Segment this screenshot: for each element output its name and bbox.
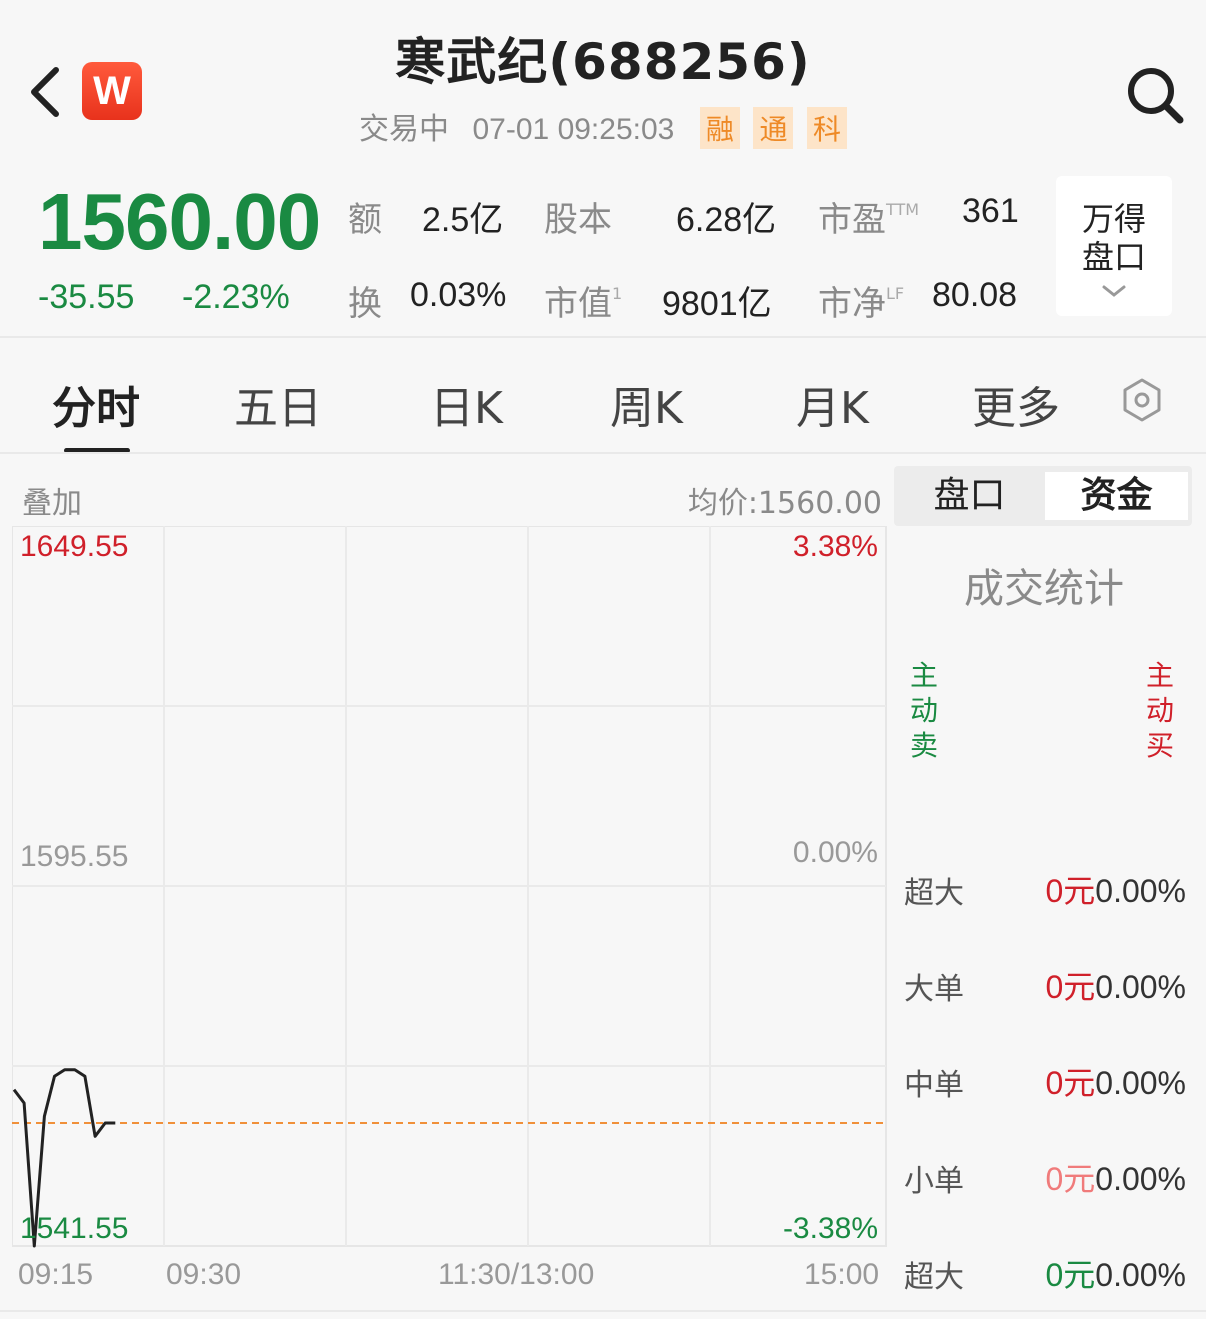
- tab-more[interactable]: 更多: [972, 372, 1060, 436]
- stock-title: 寒武纪(688256): [395, 33, 811, 91]
- current-price: 1560.00: [38, 177, 321, 266]
- trade-stats-title: 成交统计: [964, 566, 1124, 612]
- tab-daily-k[interactable]: 日K: [430, 372, 503, 436]
- active-sell-label: 主动卖: [909, 659, 938, 762]
- tab-five-day[interactable]: 五日: [234, 372, 322, 436]
- row-value-xlarge: 0元0.00%: [1045, 873, 1186, 909]
- overlay-button[interactable]: 叠加: [22, 478, 82, 522]
- app-logo[interactable]: W: [82, 62, 142, 120]
- chevron-down-icon: [1102, 285, 1126, 297]
- stat-label-turnover-rate: 换: [348, 284, 382, 324]
- stat-value-shares: 6.28亿: [676, 201, 777, 239]
- trading-status: 交易中 07-01 09:25:03 融 通 科: [300, 104, 906, 149]
- row-label-xlarge-sell: 超大: [904, 1260, 964, 1295]
- divider: [0, 452, 1206, 454]
- y-axis-high: 1649.55: [20, 530, 129, 563]
- row-label-medium: 中单: [904, 1068, 964, 1103]
- status-datetime: 07-01 09:25:03: [472, 113, 675, 146]
- badge-margin: 融: [699, 107, 740, 149]
- row-label-small: 小单: [904, 1164, 964, 1199]
- back-arrow-icon[interactable]: [24, 62, 68, 122]
- time-label-open: 09:15: [18, 1258, 94, 1291]
- row-value-large: 0元0.00%: [1045, 969, 1186, 1005]
- stat-value-market-cap: 9801亿: [662, 285, 772, 323]
- y-axis-low: 1541.55: [20, 1212, 129, 1245]
- status-text: 交易中: [358, 112, 449, 147]
- price-change-pct: -2.23%: [182, 278, 290, 316]
- pct-axis-mid: 0.00%: [792, 836, 878, 869]
- row-label-xlarge: 超大: [904, 876, 964, 911]
- time-label-midday: 11:30/13:00: [438, 1258, 595, 1291]
- stat-value-turnover: 2.5亿: [422, 201, 504, 239]
- wind-orderbook-button[interactable]: 万得 盘口: [1056, 176, 1172, 316]
- tab-intraday[interactable]: 分时: [52, 372, 140, 436]
- tab-orderbook[interactable]: 盘口: [898, 472, 1041, 520]
- stat-label-pb: 市净LF: [818, 284, 905, 324]
- app-header: W 寒武纪(688256) 交易中 07-01 09:25:03 融 通 科: [0, 0, 1206, 160]
- y-axis-mid: 1595.55: [20, 840, 129, 873]
- pct-axis-high: 3.38%: [792, 530, 878, 563]
- time-label-0930: 09:30: [166, 1258, 242, 1291]
- wind-button-line1: 万得: [1081, 200, 1146, 238]
- badge-star-market: 科: [807, 107, 848, 149]
- time-label-close: 15:00: [804, 1258, 880, 1291]
- panel-tab-switch: 盘口 资金: [894, 466, 1192, 526]
- chart-grid: [12, 526, 887, 1247]
- stat-value-turnover-rate: 0.03%: [410, 276, 507, 314]
- intraday-chart[interactable]: [12, 526, 892, 1248]
- badge-connect: 通: [753, 107, 794, 149]
- stat-value-pe: 361: [962, 192, 1019, 230]
- stat-label-shares: 股本: [544, 200, 612, 240]
- wind-button-line2: 盘口: [1081, 238, 1146, 276]
- stat-label-pe: 市盈TTM: [818, 200, 920, 240]
- row-value-medium: 0元0.00%: [1045, 1065, 1186, 1101]
- row-label-large: 大单: [904, 972, 964, 1007]
- tab-monthly-k[interactable]: 月K: [796, 372, 869, 436]
- stat-value-pb: 80.08: [932, 276, 1018, 314]
- row-value-xlarge-sell: 0元0.00%: [1045, 1257, 1186, 1293]
- stat-label-turnover: 额: [348, 200, 382, 240]
- search-icon[interactable]: [1124, 64, 1184, 124]
- divider: [0, 1310, 1206, 1312]
- stat-label-market-cap: 市值1: [544, 284, 623, 324]
- tab-weekly-k[interactable]: 周K: [610, 372, 683, 436]
- row-value-small: 0元0.00%: [1045, 1161, 1186, 1197]
- settings-icon[interactable]: [1118, 376, 1166, 424]
- pct-axis-low: -3.38%: [782, 1212, 878, 1245]
- active-buy-label: 主动买: [1145, 659, 1174, 762]
- average-price-label: 均价:1560.00: [687, 486, 882, 521]
- tab-capital-flow[interactable]: 资金: [1045, 472, 1188, 520]
- price-change: -35.55: [38, 278, 135, 316]
- divider: [0, 336, 1206, 338]
